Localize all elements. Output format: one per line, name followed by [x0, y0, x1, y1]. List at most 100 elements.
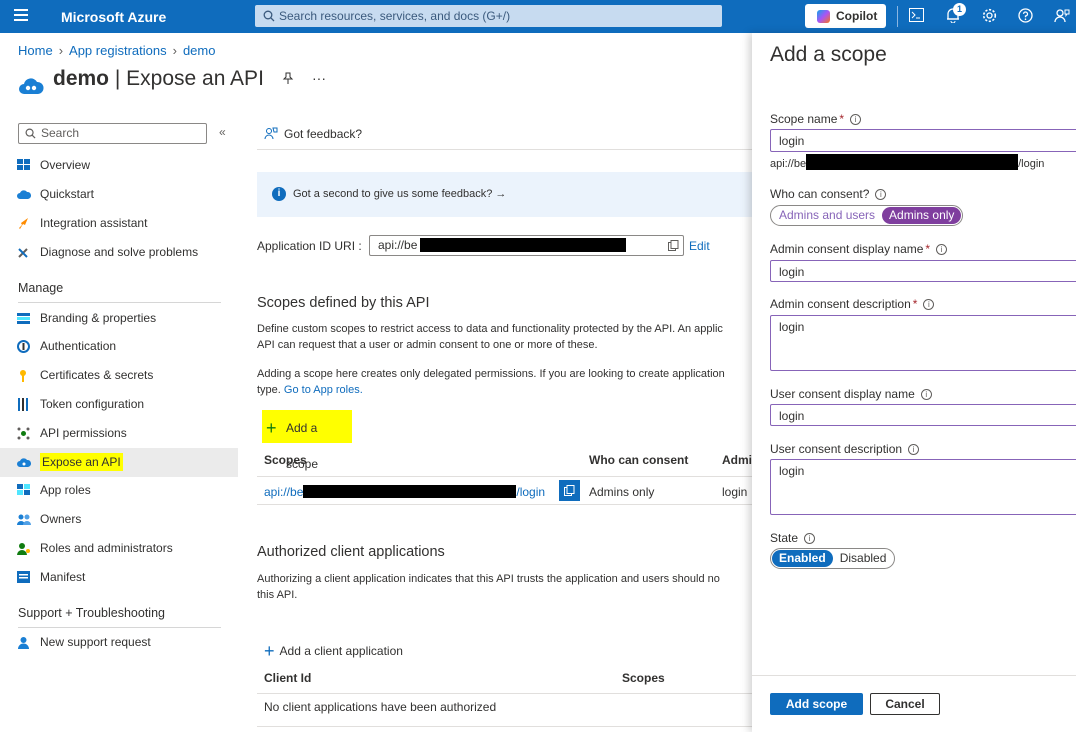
help-icon[interactable]: [1017, 8, 1034, 25]
copy-scope-button[interactable]: [559, 480, 580, 501]
copy-icon[interactable]: [668, 240, 679, 251]
collapse-sidebar-icon[interactable]: «: [219, 125, 226, 139]
search-icon: [25, 128, 36, 139]
menu-icon[interactable]: [14, 9, 28, 23]
scope-name-input[interactable]: login: [770, 129, 1076, 152]
app-registration-cloud-icon: [19, 78, 44, 94]
sidebar-item-overview[interactable]: Overview: [0, 151, 238, 180]
rocket-icon: [19, 218, 28, 229]
sidebar-item-label: Integration assistant: [40, 216, 148, 230]
cancel-button[interactable]: Cancel: [870, 693, 940, 715]
divider: [257, 504, 752, 505]
go-to-app-roles-link[interactable]: Go to App roles.: [284, 384, 363, 396]
sidebar-item-roles-admins[interactable]: Roles and administrators: [0, 534, 238, 563]
add-scope-submit-button[interactable]: Add scope: [770, 693, 863, 715]
sidebar-item-label: Diagnose and solve problems: [40, 245, 199, 259]
sidebar-item-expose-an-api[interactable]: Expose an API: [0, 448, 238, 477]
sidebar-search-input[interactable]: Search: [18, 123, 207, 144]
sidebar-heading-manage: Manage: [18, 281, 64, 295]
plus-icon: +: [264, 641, 275, 661]
scope-admin-display: login: [722, 485, 748, 499]
edit-app-id-link[interactable]: Edit: [689, 239, 710, 253]
sidebar-item-label: Certificates & secrets: [40, 368, 154, 382]
global-search-input[interactable]: Search resources, services, and docs (G+…: [255, 5, 722, 27]
authorized-clients-description-2: this API.: [257, 589, 298, 601]
user-display-name-input[interactable]: login: [770, 404, 1076, 426]
key-icon: [20, 370, 26, 382]
info-icon[interactable]: i: [875, 189, 887, 200]
panel-footer-divider: [752, 675, 1076, 676]
sidebar-item-api-permissions[interactable]: API permissions: [0, 419, 238, 448]
breadcrumb-home[interactable]: Home: [18, 43, 53, 58]
copilot-button[interactable]: Copilot: [805, 4, 886, 28]
settings-gear-icon[interactable]: [981, 8, 998, 25]
got-feedback-label: Got feedback?: [284, 127, 363, 141]
plus-icon: +: [266, 418, 277, 438]
page-title: demo | Expose an API: [53, 67, 264, 91]
info-banner-text: Got a second to give us some feedback? →: [293, 188, 507, 200]
redaction-block: [303, 485, 517, 498]
info-icon[interactable]: i: [850, 114, 862, 125]
page-title-app: demo: [53, 67, 110, 90]
sidebar-item-app-roles[interactable]: App roles: [0, 476, 238, 505]
breadcrumb: Home › App registrations › demo: [18, 43, 215, 58]
sidebar-item-label: New support request: [40, 635, 151, 649]
admin-description-textarea[interactable]: login: [770, 315, 1076, 371]
option-enabled[interactable]: Enabled: [772, 550, 833, 567]
app-roles-icon: [17, 484, 30, 495]
sidebar-item-quickstart[interactable]: Quickstart: [0, 180, 238, 209]
owners-icon: [17, 514, 31, 525]
info-icon: i: [272, 187, 286, 201]
who-can-consent-label: Who can consent? i: [770, 187, 887, 201]
cloud-shell-icon[interactable]: [908, 8, 925, 25]
app-id-uri-field[interactable]: api://be: [369, 235, 684, 256]
sidebar-item-integration-assistant[interactable]: Integration assistant: [0, 209, 238, 238]
option-admins-only[interactable]: Admins only: [882, 207, 962, 224]
roles-admins-icon: [17, 543, 30, 555]
sidebar-item-branding[interactable]: Branding & properties: [0, 304, 238, 333]
panel-title: Add a scope: [770, 43, 887, 66]
divider: [257, 693, 752, 694]
add-client-application-button[interactable]: + Add a client application: [264, 639, 403, 661]
who-can-consent-toggle[interactable]: Admins and users Admins only: [770, 205, 964, 226]
info-icon[interactable]: i: [920, 389, 932, 400]
admin-display-name-input[interactable]: login: [770, 260, 1076, 282]
sidebar-item-label: Branding & properties: [40, 311, 157, 325]
sidebar-item-new-support-request[interactable]: New support request: [0, 628, 238, 657]
scope-link[interactable]: api://be/login: [264, 485, 545, 499]
info-icon[interactable]: i: [936, 244, 948, 255]
client-id-column-header: Client Id: [264, 671, 312, 685]
sidebar-item-authentication[interactable]: Authentication: [0, 332, 238, 361]
admin-description-label: Admin consent description * i: [770, 297, 935, 311]
breadcrumb-demo[interactable]: demo: [183, 43, 216, 58]
api-permissions-icon: [17, 427, 30, 440]
info-icon[interactable]: i: [923, 299, 935, 310]
got-feedback-button[interactable]: Got feedback?: [264, 127, 362, 141]
add-a-scope-button[interactable]: + Add a scope: [262, 410, 352, 471]
feedback-info-banner[interactable]: i Got a second to give us some feedback?…: [257, 172, 752, 217]
breadcrumb-app-registrations[interactable]: App registrations: [69, 43, 167, 58]
sidebar-item-label: Expose an API: [40, 453, 123, 471]
sidebar-item-manifest[interactable]: Manifest: [0, 563, 238, 592]
more-options-icon[interactable]: ···: [312, 70, 326, 86]
sidebar-item-certificates[interactable]: Certificates & secrets: [0, 361, 238, 390]
user-description-textarea[interactable]: login: [770, 459, 1076, 515]
scope-link-prefix: api://be: [264, 485, 304, 499]
pin-icon[interactable]: [282, 72, 294, 88]
sidebar-item-token-configuration[interactable]: Token configuration: [0, 390, 238, 419]
token-configuration-icon: [18, 398, 28, 411]
option-disabled[interactable]: Disabled: [833, 550, 894, 567]
state-toggle[interactable]: Enabled Disabled: [770, 548, 896, 569]
info-icon[interactable]: i: [804, 533, 816, 544]
info-icon[interactable]: i: [908, 444, 920, 455]
scope-name-label: Scope name * i: [770, 112, 862, 126]
option-admins-and-users[interactable]: Admins and users: [772, 207, 882, 224]
chevron-right-icon: ›: [58, 43, 64, 58]
scope-link-suffix: /login: [516, 485, 546, 499]
sidebar-item-label: Overview: [40, 158, 91, 172]
feedback-person-icon[interactable]: [1053, 8, 1070, 25]
brand-title[interactable]: Microsoft Azure: [61, 9, 166, 25]
sidebar-item-diagnose[interactable]: Diagnose and solve problems: [0, 238, 238, 267]
search-icon: [263, 10, 275, 22]
sidebar-item-owners[interactable]: Owners: [0, 505, 238, 534]
